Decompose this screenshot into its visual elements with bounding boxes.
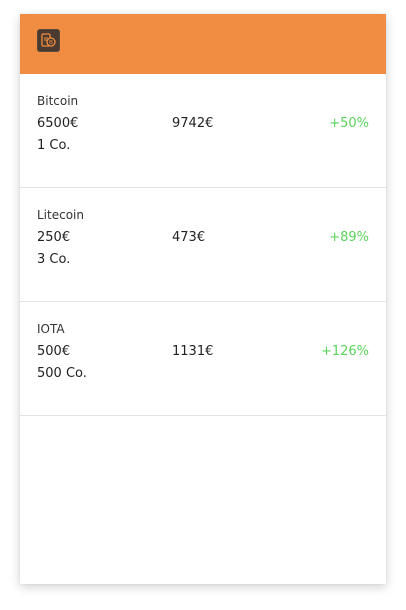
crypto-wallet-icon-graphic: B bbox=[41, 33, 56, 47]
buy-price: 250€ bbox=[37, 230, 71, 245]
coin-row-litecoin[interactable]: Litecoin 250€ 3 Co. 473€ +89% bbox=[20, 188, 386, 302]
app-card: B Bitcoin 6500€ 1 Co. 9742€ +50% Litecoi… bbox=[20, 14, 386, 584]
current-value: 473€ bbox=[172, 230, 206, 245]
current-value: 1131€ bbox=[172, 344, 214, 359]
coin-row-bitcoin[interactable]: Bitcoin 6500€ 1 Co. 9742€ +50% bbox=[20, 74, 386, 188]
coin-name: Bitcoin bbox=[37, 94, 79, 108]
coin-amount: 1 Co. bbox=[37, 138, 71, 153]
percent-change: +89% bbox=[329, 230, 369, 245]
percent-change: +126% bbox=[320, 344, 369, 359]
svg-text:B: B bbox=[49, 40, 53, 46]
coin-amount: 3 Co. bbox=[37, 252, 71, 267]
coin-name: IOTA bbox=[37, 322, 65, 336]
coin-amount: 500 Co. bbox=[37, 366, 87, 381]
app-header: B bbox=[20, 14, 386, 74]
percent-change: +50% bbox=[329, 116, 369, 131]
current-value: 9742€ bbox=[172, 116, 214, 131]
coin-name: Litecoin bbox=[37, 208, 84, 222]
crypto-wallet-icon[interactable]: B bbox=[37, 29, 60, 52]
coin-row-iota[interactable]: IOTA 500€ 500 Co. 1131€ +126% bbox=[20, 302, 386, 416]
buy-price: 500€ bbox=[37, 344, 71, 359]
buy-price: 6500€ bbox=[37, 116, 79, 131]
